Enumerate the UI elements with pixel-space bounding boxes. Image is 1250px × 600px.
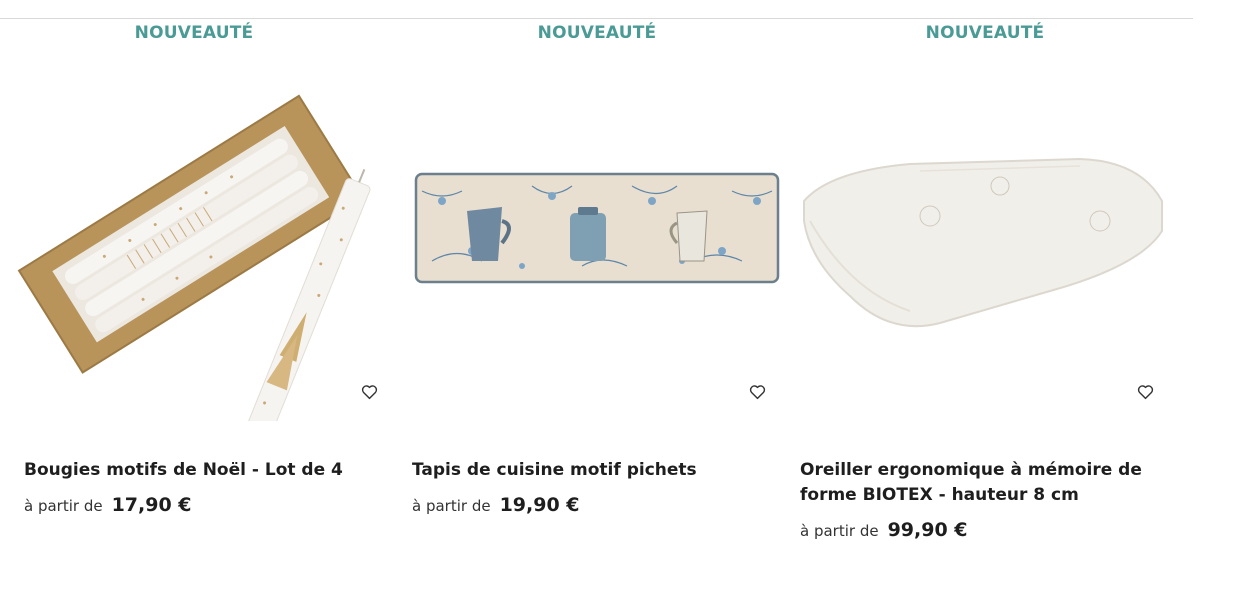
from-label: à partir de	[24, 497, 103, 515]
product-image[interactable]	[790, 61, 1170, 421]
price-row: à partir de 99,90 €	[800, 519, 968, 541]
product-title[interactable]: Tapis de cuisine motif pichets	[412, 458, 782, 483]
product-card[interactable]: NOUVEAUTÉ Tapis de cuisine motif pichets…	[412, 19, 780, 579]
heart-icon[interactable]	[358, 381, 380, 403]
product-card[interactable]: NOUVEAUTÉ Bougies motifs de Noël - Lot d…	[17, 19, 384, 579]
new-badge: NOUVEAUTÉ	[134, 23, 254, 43]
heart-icon[interactable]	[746, 381, 768, 403]
product-title[interactable]: Bougies motifs de Noël - Lot de 4	[24, 458, 394, 483]
product-card[interactable]: NOUVEAUTÉ Oreiller ergonomique à mémoire…	[800, 19, 1163, 579]
price-row: à partir de 17,90 €	[24, 494, 192, 516]
price: 99,90 €	[887, 519, 968, 541]
from-label: à partir de	[800, 522, 879, 540]
price: 17,90 €	[111, 494, 192, 516]
price: 19,90 €	[499, 494, 580, 516]
new-badge: NOUVEAUTÉ	[537, 23, 657, 43]
product-image[interactable]	[402, 61, 782, 421]
product-title[interactable]: Oreiller ergonomique à mémoire de forme …	[800, 458, 1170, 508]
new-badge: NOUVEAUTÉ	[925, 23, 1045, 43]
product-image[interactable]	[2, 61, 382, 421]
from-label: à partir de	[412, 497, 491, 515]
heart-icon[interactable]	[1134, 381, 1156, 403]
price-row: à partir de 19,90 €	[412, 494, 580, 516]
